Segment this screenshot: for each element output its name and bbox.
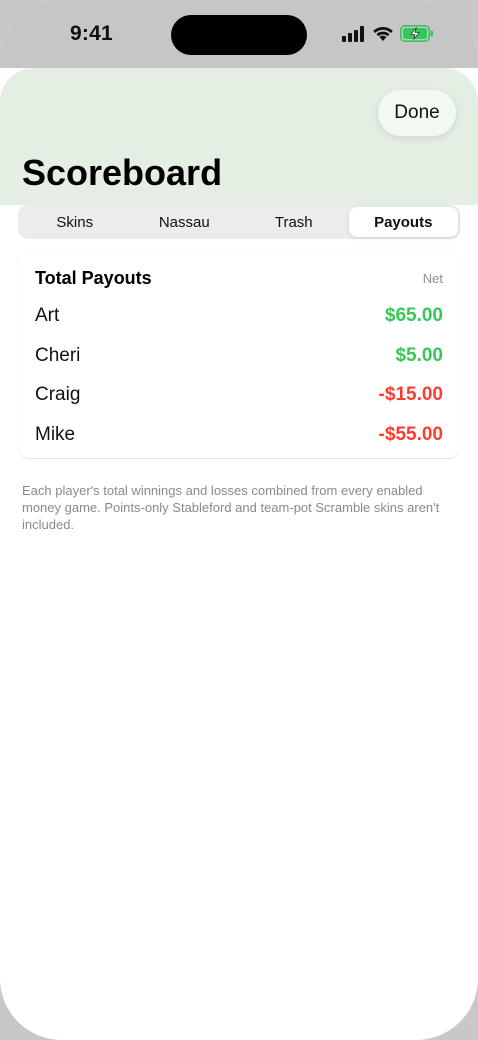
tab-nassau[interactable]: Nassau — [130, 207, 240, 237]
wifi-icon — [372, 26, 394, 47]
status-time: 9:41 — [70, 22, 113, 45]
tab-trash[interactable]: Trash — [239, 207, 349, 237]
player-net-amount: $5.00 — [395, 345, 443, 366]
player-net-amount: $65.00 — [384, 305, 443, 326]
cellular-signal-icon — [342, 25, 366, 47]
payout-row-art: Art $65.00 — [35, 296, 443, 336]
payouts-card: Total Payouts Net Art $65.00 Cheri $5.00… — [18, 252, 460, 459]
tab-skins[interactable]: Skins — [20, 207, 130, 237]
payouts-card-header: Total Payouts Net — [35, 268, 443, 289]
net-column-label: Net — [422, 271, 443, 286]
done-button[interactable]: Done — [378, 90, 456, 136]
game-tabs: Skins Nassau Trash Payouts — [18, 205, 460, 239]
payout-row-cheri: Cheri $5.00 — [35, 336, 443, 376]
payout-row-mike: Mike -$55.00 — [35, 415, 443, 455]
payouts-title: Total Payouts — [35, 268, 152, 288]
player-net-amount: -$55.00 — [378, 424, 443, 445]
device-frame: 9:41 Done Scoreboard Skins Nassau Trash … — [0, 0, 478, 1040]
sheet-header: Done Scoreboard — [0, 68, 478, 205]
player-name: Craig — [35, 384, 81, 405]
status-icons — [342, 25, 434, 47]
page-title: Scoreboard — [22, 152, 223, 193]
payouts-footnote: Each player's total winnings and losses … — [22, 483, 440, 532]
battery-charging-icon — [400, 25, 434, 47]
screen: 9:41 Done Scoreboard Skins Nassau Trash … — [0, 0, 478, 1040]
payout-row-craig: Craig -$15.00 — [35, 375, 443, 415]
player-net-amount: -$15.00 — [378, 384, 443, 405]
status-bar: 9:41 — [0, 0, 478, 68]
tab-payouts[interactable]: Payouts — [348, 207, 458, 237]
scoreboard-sheet: Done Scoreboard Skins Nassau Trash Payou… — [0, 68, 478, 1040]
dynamic-island — [171, 15, 307, 55]
player-name: Cheri — [35, 345, 81, 366]
player-name: Art — [35, 305, 60, 326]
player-name: Mike — [35, 424, 76, 445]
